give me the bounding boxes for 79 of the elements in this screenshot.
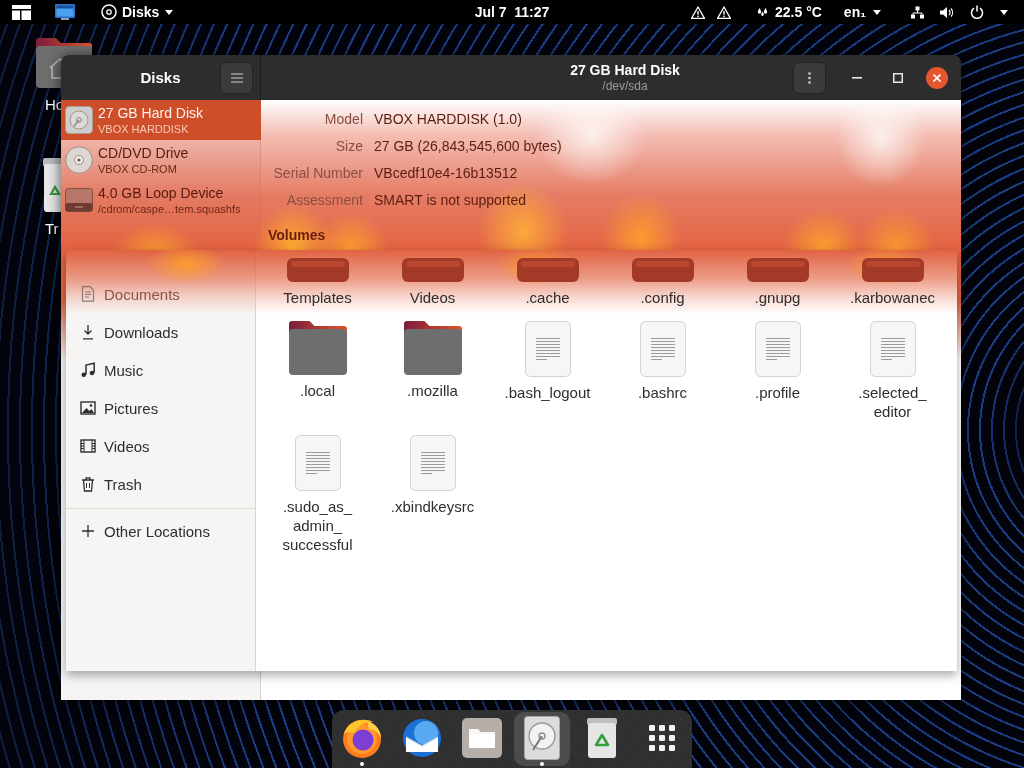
folder-item[interactable]: .gnupg	[727, 258, 828, 307]
envelope-icon	[401, 717, 443, 759]
section-heading: Volumes	[268, 226, 326, 245]
droplets-icon	[757, 7, 768, 17]
more-options-button[interactable]	[793, 61, 826, 94]
file-item[interactable]: .bash_logout	[497, 321, 598, 421]
folder-item[interactable]: Videos	[382, 258, 483, 307]
plus-icon	[80, 523, 96, 539]
speaker-icon	[940, 5, 954, 19]
power-icon	[970, 5, 984, 19]
folder-item[interactable]: .config	[612, 258, 713, 307]
caret-icon	[1000, 9, 1008, 15]
close-icon	[933, 73, 941, 82]
warning-icon[interactable]	[717, 5, 731, 19]
trash-icon	[80, 476, 96, 492]
recycle-bin-icon[interactable]	[42, 158, 61, 212]
folder-item[interactable]: .karbowanec	[842, 258, 943, 307]
folder-icon	[462, 718, 502, 758]
running-dot-icon	[540, 762, 544, 766]
sidebar-item[interactable]: Trash	[66, 465, 256, 503]
property-label: Model	[323, 110, 363, 129]
sidebar-item[interactable]: Music	[66, 351, 256, 389]
sidebar-item[interactable]: Downloads	[66, 313, 256, 351]
menu-button[interactable]	[220, 61, 253, 94]
dock-item[interactable]	[514, 712, 570, 766]
app-menu-button[interactable]: Disks	[99, 1, 174, 23]
property-value: 27 GB (26,843,545,600 bytes)	[374, 137, 562, 156]
file-item[interactable]: .sudo_as_admin_successful	[267, 435, 368, 554]
maximize-icon	[893, 72, 903, 83]
clock[interactable]: Jul 7 11:27	[474, 4, 550, 20]
property-value: SMART is not supported	[374, 191, 527, 210]
window-layout-icon[interactable]	[12, 4, 31, 20]
property-label: Assessment	[285, 191, 363, 210]
folder-item[interactable]: .local	[267, 321, 368, 421]
device-row[interactable]: 4.0 GB Loop Device /cdrom/caspe…tem.squashfs	[61, 180, 261, 220]
file-item[interactable]: .profile	[727, 321, 828, 421]
device-row[interactable]: CD/DVD Drive VBOX CD-ROM	[61, 140, 261, 180]
property-value: VBcedf10e4-16b13512	[374, 164, 519, 183]
file-item[interactable]: .bashrc	[612, 321, 713, 421]
sidebar-title: Disks	[140, 69, 181, 86]
caret-icon	[873, 9, 881, 15]
monitor-icon[interactable]	[55, 4, 75, 20]
close-button[interactable]	[926, 66, 948, 89]
folder-item[interactable]: Templates	[267, 258, 368, 307]
film-icon	[80, 438, 96, 454]
app-grid-icon	[649, 725, 675, 751]
folder-item[interactable]: .cache	[497, 258, 598, 307]
sidebar-item[interactable]: Pictures	[66, 389, 256, 427]
vertical-dots-icon	[808, 71, 811, 84]
drive-icon	[65, 188, 93, 212]
running-dot-icon	[360, 762, 364, 766]
disc-icon	[65, 146, 93, 174]
desktop-icon-label[interactable]: Tr	[45, 220, 59, 238]
device-row[interactable]: 27 GB Hard Disk VBOX HARDDISK	[61, 100, 261, 140]
folder-item[interactable]: .mozilla	[382, 321, 483, 421]
keyboard-layout-button[interactable]: en₁	[843, 1, 881, 23]
property-label: Size	[334, 137, 363, 156]
disk-icon	[101, 4, 117, 20]
menu-icon	[230, 72, 243, 83]
flame-globe-icon	[341, 717, 383, 759]
picture-icon	[80, 400, 96, 416]
network-icon	[911, 5, 924, 19]
document-icon	[80, 286, 96, 302]
download-arrow-icon	[80, 324, 96, 340]
property-label: Serial Number	[272, 164, 363, 183]
file-item[interactable]: .selected_editor	[842, 321, 943, 421]
music-note-icon	[80, 362, 96, 378]
window-subtitle: /dev/sda	[602, 79, 648, 94]
sidebar-item[interactable]: Other Locations	[66, 512, 256, 550]
sidebar-item[interactable]: Documents	[66, 275, 256, 313]
sidebar-item[interactable]: Videos	[66, 427, 256, 465]
warning-icon[interactable]	[691, 5, 705, 19]
weather-button[interactable]: 22.5 °C	[757, 1, 822, 23]
minimize-icon	[852, 76, 862, 79]
recycle-bin-icon	[587, 718, 617, 758]
window-title: 27 GB Hard Disk	[570, 61, 680, 79]
caret-icon	[165, 9, 174, 15]
file-item[interactable]: .xbindkeysrc	[382, 435, 483, 554]
property-value: VBOX HARDDISK (1.0)	[374, 110, 523, 129]
